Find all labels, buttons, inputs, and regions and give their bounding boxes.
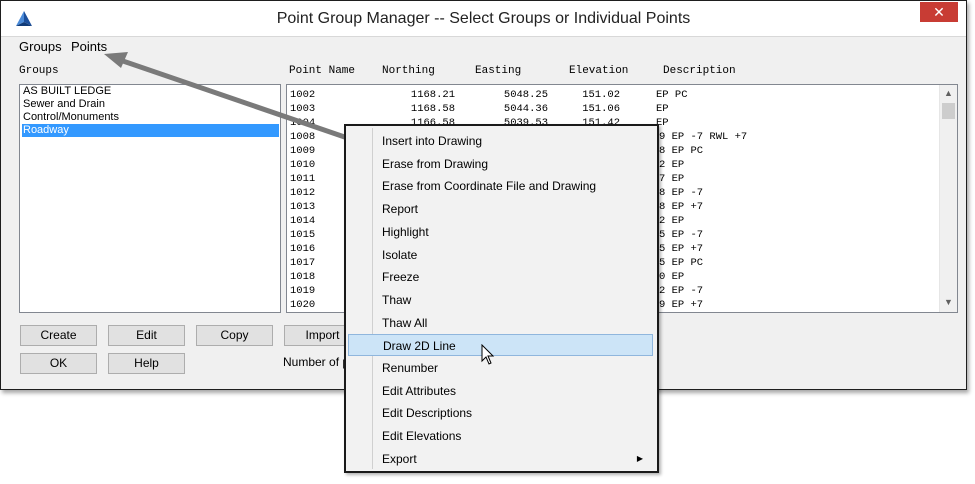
menu-item-label: Export bbox=[382, 451, 417, 466]
description-cell: 8 EP -7 bbox=[659, 187, 704, 199]
close-button[interactable]: ✕ bbox=[920, 2, 958, 22]
menu-item-label: Erase from Coordinate File and Drawing bbox=[382, 179, 597, 194]
group-item[interactable]: AS BUILT LEDGE bbox=[20, 85, 280, 98]
scroll-up-icon[interactable]: ▲ bbox=[944, 88, 953, 98]
menu-item-label: Edit Attributes bbox=[382, 383, 457, 398]
menu-item-erase-from-drawing[interactable]: Erase from Drawing bbox=[348, 153, 653, 175]
group-item[interactable]: Control/Monuments bbox=[20, 111, 280, 124]
col-point-name: Point Name bbox=[289, 65, 356, 77]
description-cell: 5 EP +7 bbox=[659, 243, 704, 255]
point-name-cell: 1008 bbox=[290, 131, 316, 143]
point-name-cell: 1004 bbox=[290, 117, 316, 129]
elevation-cell: 151.02 bbox=[582, 89, 620, 101]
northing-cell: 1168.21 bbox=[410, 89, 455, 101]
menu-item-edit-elevations[interactable]: Edit Elevations bbox=[348, 425, 653, 447]
col-description: Description bbox=[663, 65, 736, 77]
help-button[interactable]: Help bbox=[108, 353, 185, 374]
description-cell: 9 EP +7 bbox=[659, 299, 704, 311]
create-button[interactable]: Create bbox=[20, 325, 97, 346]
description-cell: 7 EP bbox=[659, 173, 685, 185]
points-context-menu: Insert into Drawing Erase from Drawing Era… bbox=[344, 124, 659, 473]
description-cell: 2 EP bbox=[659, 159, 685, 171]
description-cell: 8 EP PC bbox=[659, 145, 704, 157]
description-cell: 2 EP -7 bbox=[659, 285, 704, 297]
menu-item-freeze[interactable]: Freeze bbox=[348, 266, 653, 288]
title-bar: Point Group Manager -- Select Groups or … bbox=[1, 1, 966, 37]
menu-item-label: Erase from Drawing bbox=[382, 156, 489, 171]
point-name-cell: 1017 bbox=[290, 257, 316, 269]
copy-button[interactable]: Copy bbox=[196, 325, 273, 346]
menu-item-thaw-all[interactable]: Thaw All bbox=[348, 312, 653, 334]
point-name-cell: 1019 bbox=[290, 285, 316, 297]
point-name-cell: 1011 bbox=[290, 173, 316, 185]
point-name-cell: 1012 bbox=[290, 187, 316, 199]
point-name-cell: 1010 bbox=[290, 159, 316, 171]
northing-cell: 1168.58 bbox=[410, 103, 455, 115]
point-name-cell: 1002 bbox=[290, 89, 316, 101]
point-name-cell: 1015 bbox=[290, 229, 316, 241]
description-cell: 5 EP PC bbox=[659, 257, 704, 269]
edit-button[interactable]: Edit bbox=[108, 325, 185, 346]
menu-item-label: Renumber bbox=[382, 361, 439, 375]
description-cell: 2 EP bbox=[659, 215, 685, 227]
elevation-cell: 151.06 bbox=[582, 103, 620, 115]
scroll-down-icon[interactable]: ▼ bbox=[944, 297, 953, 307]
menu-item-thaw[interactable]: Thaw bbox=[348, 289, 653, 311]
point-name-cell: 1018 bbox=[290, 271, 316, 283]
point-name-cell: 1020 bbox=[290, 299, 316, 311]
point-name-cell: 1003 bbox=[290, 103, 316, 115]
point-row[interactable]: 1002 1168.21 5048.25 151.02 EP PC bbox=[287, 88, 937, 102]
point-row[interactable]: 1003 1168.58 5044.36 151.06 EP bbox=[287, 102, 937, 116]
menu-item-edit-attributes[interactable]: Edit Attributes bbox=[348, 380, 653, 402]
menu-item-highlight[interactable]: Highlight bbox=[348, 221, 653, 243]
group-item[interactable]: Sewer and Drain bbox=[20, 98, 280, 111]
menu-item-label: Edit Descriptions bbox=[382, 406, 473, 421]
menu-item-export[interactable]: Export ▶ bbox=[348, 448, 653, 470]
menu-item-report[interactable]: Report bbox=[348, 198, 653, 220]
menu-item-label: Isolate bbox=[382, 247, 418, 262]
menu-item-label: Draw 2D Line bbox=[383, 339, 456, 354]
col-elevation: Elevation bbox=[569, 65, 629, 77]
menu-item-insert-into-drawing[interactable]: Insert into Drawing bbox=[348, 130, 653, 152]
menu-item-label: Thaw bbox=[382, 292, 412, 307]
menu-item-draw-2d-line[interactable]: Draw 2D Line bbox=[348, 334, 653, 357]
menu-item-label: Report bbox=[382, 202, 419, 217]
menu-item-erase-from-coordinate-file-and-drawing[interactable]: Erase from Coordinate File and Drawing bbox=[348, 175, 653, 197]
groups-list[interactable]: AS BUILT LEDGE Sewer and Drain Control/M… bbox=[19, 84, 281, 313]
point-name-cell: 1016 bbox=[290, 243, 316, 255]
description-cell: 9 EP -7 RWL +7 bbox=[659, 131, 748, 143]
menu-item-label: Highlight bbox=[382, 224, 429, 239]
point-name-cell: 1014 bbox=[290, 215, 316, 227]
menu-item-label: Edit Elevations bbox=[382, 429, 462, 444]
col-easting: Easting bbox=[475, 65, 522, 77]
submenu-arrow-icon: ▶ bbox=[636, 453, 643, 463]
mouse-cursor-icon bbox=[481, 344, 495, 365]
menu-groups[interactable]: Groups bbox=[19, 39, 62, 54]
easting-cell: 5044.36 bbox=[503, 103, 548, 115]
col-northing: Northing bbox=[382, 65, 435, 77]
description-cell: EP bbox=[656, 103, 669, 115]
menu-item-label: Freeze bbox=[382, 270, 420, 285]
group-item-selected[interactable]: Roadway bbox=[22, 124, 279, 137]
window-title: Point Group Manager -- Select Groups or … bbox=[276, 10, 691, 27]
easting-cell: 5048.25 bbox=[503, 89, 548, 101]
description-cell: 5 EP -7 bbox=[659, 229, 704, 241]
menu-item-label: Thaw All bbox=[382, 315, 428, 330]
description-cell: EP PC bbox=[656, 89, 688, 101]
menu-item-renumber[interactable]: Renumber bbox=[348, 357, 653, 379]
description-cell: 0 EP bbox=[659, 271, 685, 283]
menu-points[interactable]: Points bbox=[71, 39, 107, 54]
point-name-cell: 1013 bbox=[290, 201, 316, 213]
ok-button[interactable]: OK bbox=[20, 353, 97, 374]
points-scrollbar[interactable]: ▲ ▼ bbox=[939, 85, 957, 312]
menu-bar: Groups Points bbox=[1, 37, 966, 57]
groups-header: Groups bbox=[19, 65, 59, 77]
point-name-cell: 1009 bbox=[290, 145, 316, 157]
menu-item-isolate[interactable]: Isolate bbox=[348, 244, 653, 266]
scroll-thumb[interactable] bbox=[942, 103, 955, 119]
description-cell: 8 EP +7 bbox=[659, 201, 704, 213]
menu-item-edit-descriptions[interactable]: Edit Descriptions bbox=[348, 402, 653, 424]
menu-item-label: Insert into Drawing bbox=[382, 134, 483, 148]
